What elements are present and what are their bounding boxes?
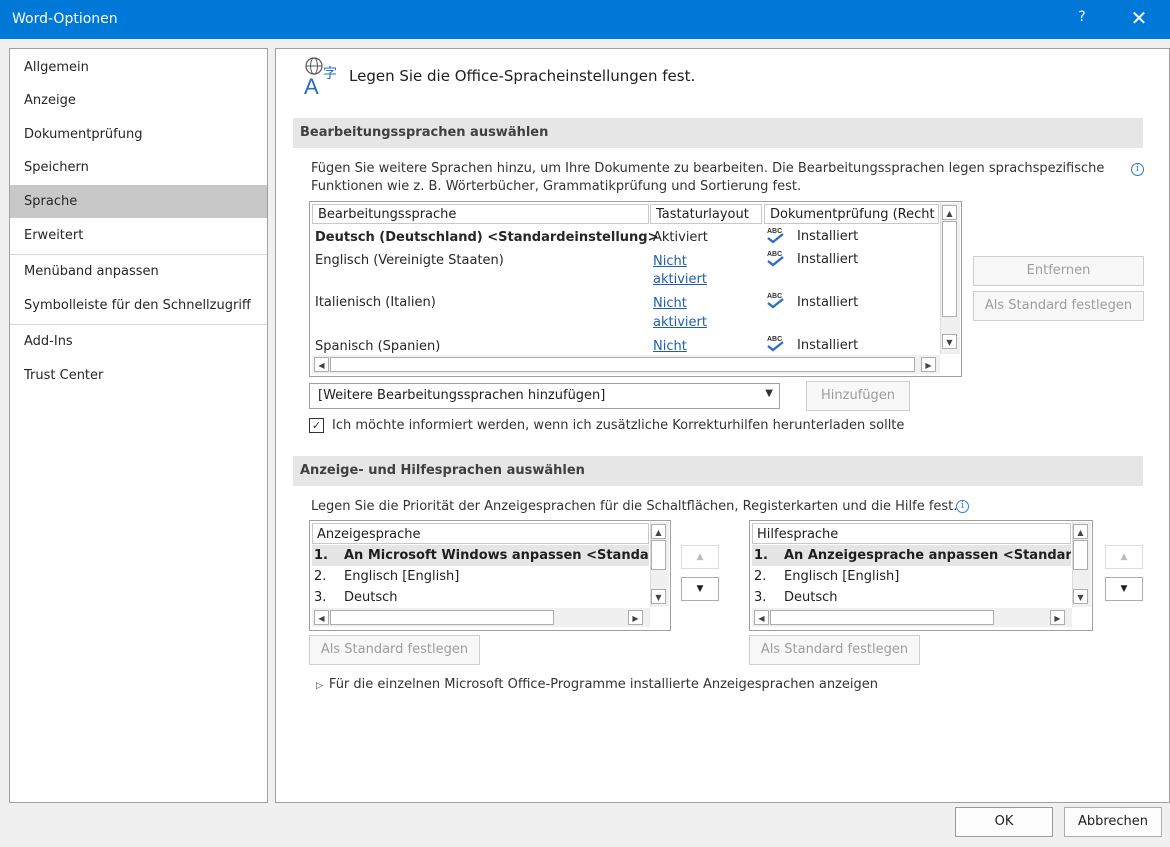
scroll-up-button[interactable]: ▲	[1073, 524, 1088, 539]
column-header-proofing[interactable]: Dokumentprüfung (Recht	[764, 204, 939, 224]
sidebar-item-erweitert[interactable]: Erweitert	[10, 219, 267, 252]
info-icon[interactable]: i	[1131, 163, 1144, 176]
table-row-proofing: Installiert	[797, 338, 859, 353]
keyboard-link[interactable]: aktiviert	[653, 314, 707, 332]
table-row-proofing: Installiert	[797, 229, 859, 244]
sidebar-item-schnellzugriff[interactable]: Symbolleiste für den Schnellzugriff	[10, 289, 267, 322]
svg-text:A: A	[304, 74, 319, 96]
ok-button[interactable]: OK	[955, 807, 1053, 837]
move-up-display-button[interactable]: ▲	[681, 545, 719, 569]
notify-checkbox[interactable]: ✓	[309, 418, 324, 433]
sidebar: Allgemein Anzeige Dokumentprüfung Speich…	[9, 48, 268, 803]
editing-description-2: Funktionen wie z. B. Wörterbücher, Gramm…	[311, 179, 802, 194]
scroll-thumb[interactable]	[1073, 540, 1088, 570]
window-title: Word-Optionen	[12, 11, 118, 27]
display-description: Legen Sie die Priorität der Anzeigesprac…	[311, 499, 958, 514]
sidebar-item-trustcenter[interactable]: Trust Center	[10, 359, 267, 392]
column-header-language[interactable]: Bearbeitungssprache	[312, 204, 649, 224]
page-title: Legen Sie die Office-Spracheinstellungen…	[349, 67, 696, 85]
sidebar-item-addins[interactable]: Add-Ins	[10, 325, 267, 358]
display-language-list[interactable]: Anzeigesprache 1. An Microsoft Windows an…	[309, 520, 671, 631]
list-item[interactable]: 1. An Anzeigesprache anpassen <Standardei	[752, 545, 1071, 566]
editing-description: Fügen Sie weitere Sprachen hinzu, um Ihr…	[311, 161, 1105, 176]
scroll-right-button[interactable]: ▶	[628, 610, 643, 625]
language-icon: A 字	[304, 57, 337, 96]
add-language-button[interactable]: Hinzufügen	[806, 381, 910, 411]
scroll-up-button[interactable]: ▲	[942, 205, 957, 220]
keyboard-link[interactable]: Nicht	[653, 253, 687, 271]
set-default-display-button[interactable]: Als Standard festlegen	[309, 635, 480, 665]
svg-text:ABC: ABC	[767, 336, 782, 343]
table-row-language[interactable]: Spanisch (Spanien)	[315, 338, 440, 356]
set-default-editing-button[interactable]: Als Standard festlegen	[973, 291, 1144, 321]
scroll-thumb[interactable]	[651, 540, 666, 570]
spellcheck-icon: ABC	[767, 336, 784, 352]
list-item[interactable]: 2. Englisch [English]	[752, 566, 1071, 587]
remove-language-button[interactable]: Entfernen	[973, 256, 1144, 286]
chevron-right-icon: ▷	[316, 681, 323, 691]
title-bar: Word-Optionen ? ✕	[0, 0, 1170, 39]
list-item[interactable]: 3. Deutsch	[752, 587, 1071, 608]
list-item[interactable]: 1. An Microsoft Windows anpassen <Standar…	[312, 545, 649, 566]
info-icon[interactable]: i	[956, 500, 969, 513]
scroll-up-button[interactable]: ▲	[651, 524, 666, 539]
table-row-language[interactable]: Italienisch (Italien)	[315, 294, 436, 312]
sidebar-item-sprache[interactable]: Sprache	[10, 185, 267, 218]
table-row-proofing: Installiert	[797, 295, 859, 310]
svg-text:字: 字	[323, 66, 337, 82]
spellcheck-icon: ABC	[767, 251, 784, 267]
list-item[interactable]: 3. Deutsch	[312, 587, 649, 608]
chevron-down-icon: ▼	[765, 388, 773, 399]
scroll-down-button[interactable]: ▼	[942, 334, 957, 349]
sidebar-item-menueband[interactable]: Menüband anpassen	[10, 255, 267, 288]
spellcheck-icon: ABC	[767, 228, 784, 244]
sidebar-item-anzeige[interactable]: Anzeige	[10, 84, 267, 117]
move-up-help-button[interactable]: ▲	[1105, 545, 1143, 569]
cancel-button[interactable]: Abbrechen	[1064, 807, 1162, 837]
scroll-thumb[interactable]	[942, 221, 957, 317]
help-button[interactable]: ?	[1070, 9, 1094, 25]
sidebar-item-speichern[interactable]: Speichern	[10, 151, 267, 184]
sidebar-item-allgemein[interactable]: Allgemein	[10, 51, 267, 84]
list-header-help: Hilfesprache	[752, 523, 1071, 544]
column-header-keyboard[interactable]: Tastaturlayout	[650, 204, 762, 224]
section-header-display: Anzeige- und Hilfesprachen auswählen	[293, 456, 1143, 486]
scroll-right-button[interactable]: ▶	[1050, 610, 1065, 625]
list-item[interactable]: 2. Englisch [English]	[312, 566, 649, 587]
dropdown-value: [Weitere Bearbeitungssprachen hinzufügen…	[318, 388, 606, 403]
move-down-help-button[interactable]: ▼	[1105, 577, 1143, 601]
close-button[interactable]: ✕	[1124, 6, 1154, 30]
sidebar-item-dokumentpruefung[interactable]: Dokumentprüfung	[10, 118, 267, 151]
keyboard-link[interactable]: Nicht	[653, 295, 687, 313]
keyboard-link[interactable]: aktiviert	[653, 271, 707, 289]
scroll-thumb[interactable]	[330, 610, 554, 625]
list-header-display: Anzeigesprache	[312, 523, 649, 544]
installed-display-languages-expander[interactable]: ▷ Für die einzelnen Microsoft Office-Prog…	[316, 677, 878, 692]
scroll-down-button[interactable]: ▼	[1073, 589, 1088, 604]
notify-checkbox-label[interactable]: Ich möchte informiert werden, wenn ich z…	[332, 418, 904, 433]
scroll-right-button[interactable]: ▶	[921, 357, 936, 372]
scroll-thumb[interactable]	[330, 357, 915, 372]
scroll-left-button[interactable]: ◀	[314, 357, 329, 372]
scroll-thumb[interactable]	[770, 610, 994, 625]
scroll-left-button[interactable]: ◀	[314, 610, 329, 625]
spellcheck-icon: ABC	[767, 293, 784, 309]
section-header-editing: Bearbeitungssprachen auswählen	[293, 118, 1143, 148]
table-row-language[interactable]: Englisch (Vereinigte Staaten)	[315, 252, 504, 270]
table-row-keyboard: Aktiviert	[653, 230, 708, 245]
svg-text:ABC: ABC	[767, 293, 782, 300]
svg-text:ABC: ABC	[767, 251, 782, 258]
keyboard-link[interactable]: Nicht	[653, 338, 687, 356]
help-language-list[interactable]: Hilfesprache 1. An Anzeigesprache anpasse…	[749, 520, 1093, 631]
editing-languages-table[interactable]: Bearbeitungssprache Tastaturlayout Dokum…	[309, 201, 962, 377]
scroll-down-button[interactable]: ▼	[651, 589, 666, 604]
add-language-dropdown[interactable]: [Weitere Bearbeitungssprachen hinzufügen…	[309, 383, 780, 409]
table-row-proofing: Installiert	[797, 252, 859, 267]
svg-text:ABC: ABC	[767, 228, 782, 235]
table-row-language[interactable]: Deutsch (Deutschland) <Standardeinstellu…	[315, 229, 658, 247]
move-down-display-button[interactable]: ▼	[681, 577, 719, 601]
scroll-left-button[interactable]: ◀	[754, 610, 769, 625]
set-default-help-button[interactable]: Als Standard festlegen	[749, 635, 920, 665]
